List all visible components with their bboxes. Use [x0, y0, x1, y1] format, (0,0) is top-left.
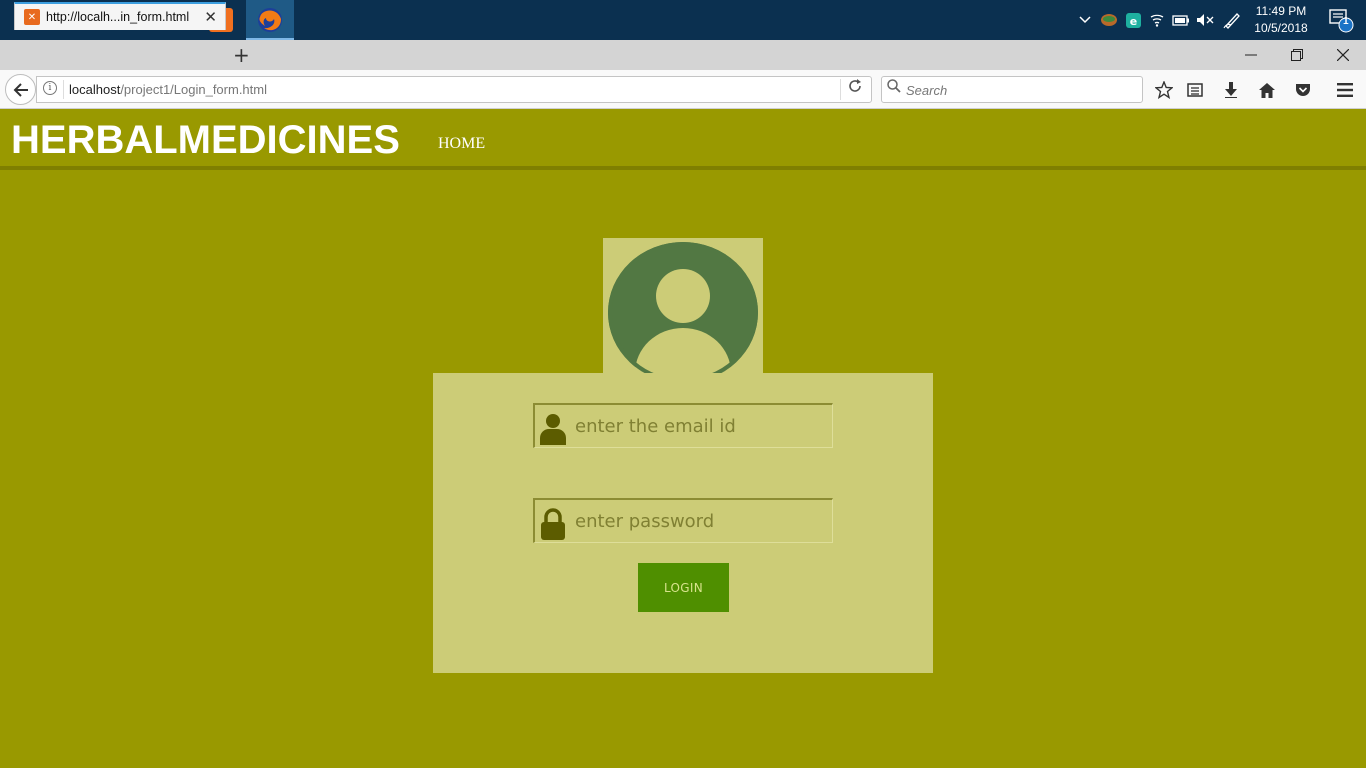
bookmark-star-icon[interactable]: [1151, 77, 1177, 103]
url-text[interactable]: localhost/project1/Login_form.html: [69, 82, 267, 97]
browser-tab-strip: [0, 40, 1366, 70]
site-logo: HERBALMEDICINES: [11, 118, 400, 162]
menu-hamburger-icon[interactable]: [1332, 77, 1358, 103]
system-clock[interactable]: 11:49 PM 10/5/2018: [1248, 3, 1314, 37]
action-center-icon[interactable]: 1: [1320, 0, 1360, 40]
clock-time: 11:49 PM: [1255, 4, 1307, 18]
clock-date: 10/5/2018: [1254, 21, 1308, 35]
tab-title: http://localh...in_form.html: [46, 10, 190, 24]
reload-separator: [840, 79, 841, 100]
svg-text:e: e: [1129, 15, 1136, 28]
tray-app-icon[interactable]: [1099, 0, 1119, 40]
lock-icon: [541, 508, 565, 540]
password-field-wrapper: [533, 498, 833, 543]
firefox-icon[interactable]: [246, 0, 294, 40]
reload-icon[interactable]: [848, 79, 862, 97]
back-button[interactable]: [5, 74, 36, 105]
wifi-icon[interactable]: [1146, 0, 1168, 40]
notification-count-badge: 1: [1343, 16, 1349, 27]
new-tab-icon[interactable]: +: [233, 43, 250, 67]
email-field-wrapper: [533, 403, 833, 448]
password-input[interactable]: [575, 507, 825, 535]
email-input[interactable]: [575, 412, 825, 440]
home-icon[interactable]: [1254, 77, 1280, 103]
tab-favicon-icon: ✕: [24, 9, 40, 25]
close-tab-icon[interactable]: ✕: [204, 8, 217, 26]
battery-icon[interactable]: [1171, 0, 1191, 40]
close-window-icon[interactable]: [1320, 40, 1366, 70]
volume-muted-icon[interactable]: [1194, 0, 1216, 40]
login-button[interactable]: LOGIN: [638, 563, 729, 612]
search-input[interactable]: [906, 80, 1136, 100]
pocket-icon[interactable]: [1290, 77, 1316, 103]
user-avatar-icon: [608, 242, 758, 383]
nav-link-home[interactable]: HOME: [438, 135, 485, 153]
site-info-icon[interactable]: i: [43, 81, 57, 95]
user-icon: [540, 414, 566, 445]
url-host: localhost: [69, 82, 121, 97]
pen-ink-icon[interactable]: [1220, 0, 1244, 40]
chevron-up-icon[interactable]: [1076, 0, 1094, 40]
downloads-icon[interactable]: [1218, 77, 1244, 103]
restore-window-icon[interactable]: [1274, 40, 1320, 70]
browser-tab[interactable]: ✕ http://localh...in_form.html ✕: [14, 2, 226, 30]
minimize-window-icon[interactable]: [1228, 40, 1274, 70]
url-path: /project1/Login_form.html: [120, 82, 267, 97]
tray-shield-icon[interactable]: e: [1124, 0, 1142, 40]
url-separator: [63, 80, 64, 99]
reading-list-icon[interactable]: [1182, 77, 1208, 103]
search-icon: [887, 79, 901, 97]
